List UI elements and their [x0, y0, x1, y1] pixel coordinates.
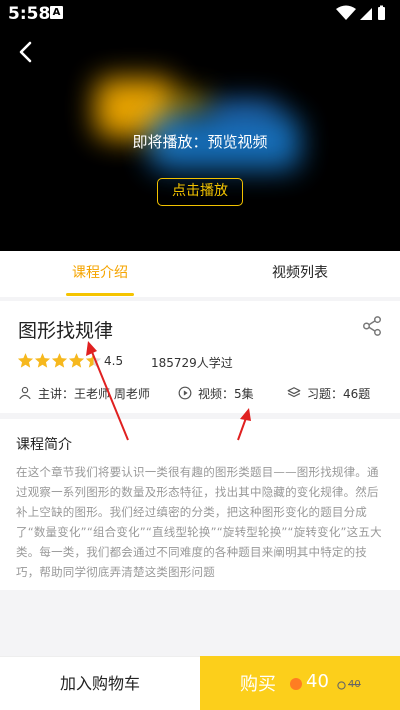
tab-course-intro[interactable]: 课程介绍: [50, 251, 150, 297]
tab-bar: 课程介绍 视频列表: [0, 251, 400, 297]
player-title: 即将播放：预览视频: [132, 133, 268, 151]
notification-icon: A: [50, 6, 63, 19]
play-circle-icon: [178, 386, 192, 400]
video-blur-shape: [170, 95, 210, 115]
exercise-count-info: 习题：46题: [287, 385, 397, 401]
signal-icon: [360, 8, 372, 20]
learner-count: 185729人学过: [151, 356, 233, 370]
price: 40: [306, 671, 329, 692]
star-full-icon: [68, 353, 85, 368]
star-rating: [17, 352, 102, 370]
video-count-info: 视频：5集: [178, 385, 288, 401]
status-icons: [336, 5, 385, 20]
active-tab-indicator: [66, 293, 134, 296]
bottom-action-bar: 加入购物车 购买 40 40: [0, 656, 400, 710]
coin-icon: [290, 678, 302, 690]
video-count: 视频：5集: [198, 387, 254, 401]
add-to-cart-button[interactable]: 加入购物车: [0, 656, 200, 710]
divider: [0, 297, 400, 301]
rating-value: 4.5: [104, 354, 124, 368]
teacher-label: 主讲：王老师 周老师: [38, 387, 150, 401]
teacher-info: 主讲：王老师 周老师: [18, 385, 168, 401]
share-icon[interactable]: [361, 315, 383, 337]
star-full-icon: [34, 353, 51, 368]
buy-label: 购买: [240, 674, 276, 695]
play-button[interactable]: 点击播放: [157, 178, 243, 206]
battery-icon: [378, 7, 385, 20]
tab-video-list[interactable]: 视频列表: [250, 251, 350, 297]
status-bar: 5:58 A: [0, 0, 400, 28]
back-arrow-icon[interactable]: [14, 40, 38, 64]
original-price: 40: [348, 679, 361, 690]
intro-text: 在这个章节我们将要认识一类很有趣的图形类题目——图形找规律。通过观察一系列图形的…: [16, 465, 382, 579]
course-title: 图形找规律: [18, 320, 114, 342]
content-footer-area: [0, 590, 400, 656]
exercise-count: 习题：46题: [307, 387, 371, 401]
layers-icon: [287, 387, 301, 398]
wifi-icon: [336, 5, 356, 20]
status-time: 5:58: [8, 4, 51, 24]
buy-button[interactable]: 购买 40 40: [200, 656, 400, 710]
person-icon: [19, 386, 31, 400]
intro-heading: 课程简介: [16, 437, 72, 453]
star-half-icon: [85, 353, 102, 368]
coin-outline-icon: [337, 681, 346, 690]
video-blur-shape: [210, 100, 280, 125]
star-full-icon: [51, 353, 68, 368]
video-player[interactable]: 5:58 A 即将播放：预览视频 点击播放: [0, 0, 400, 251]
star-full-icon: [17, 353, 34, 368]
divider: [0, 413, 400, 419]
